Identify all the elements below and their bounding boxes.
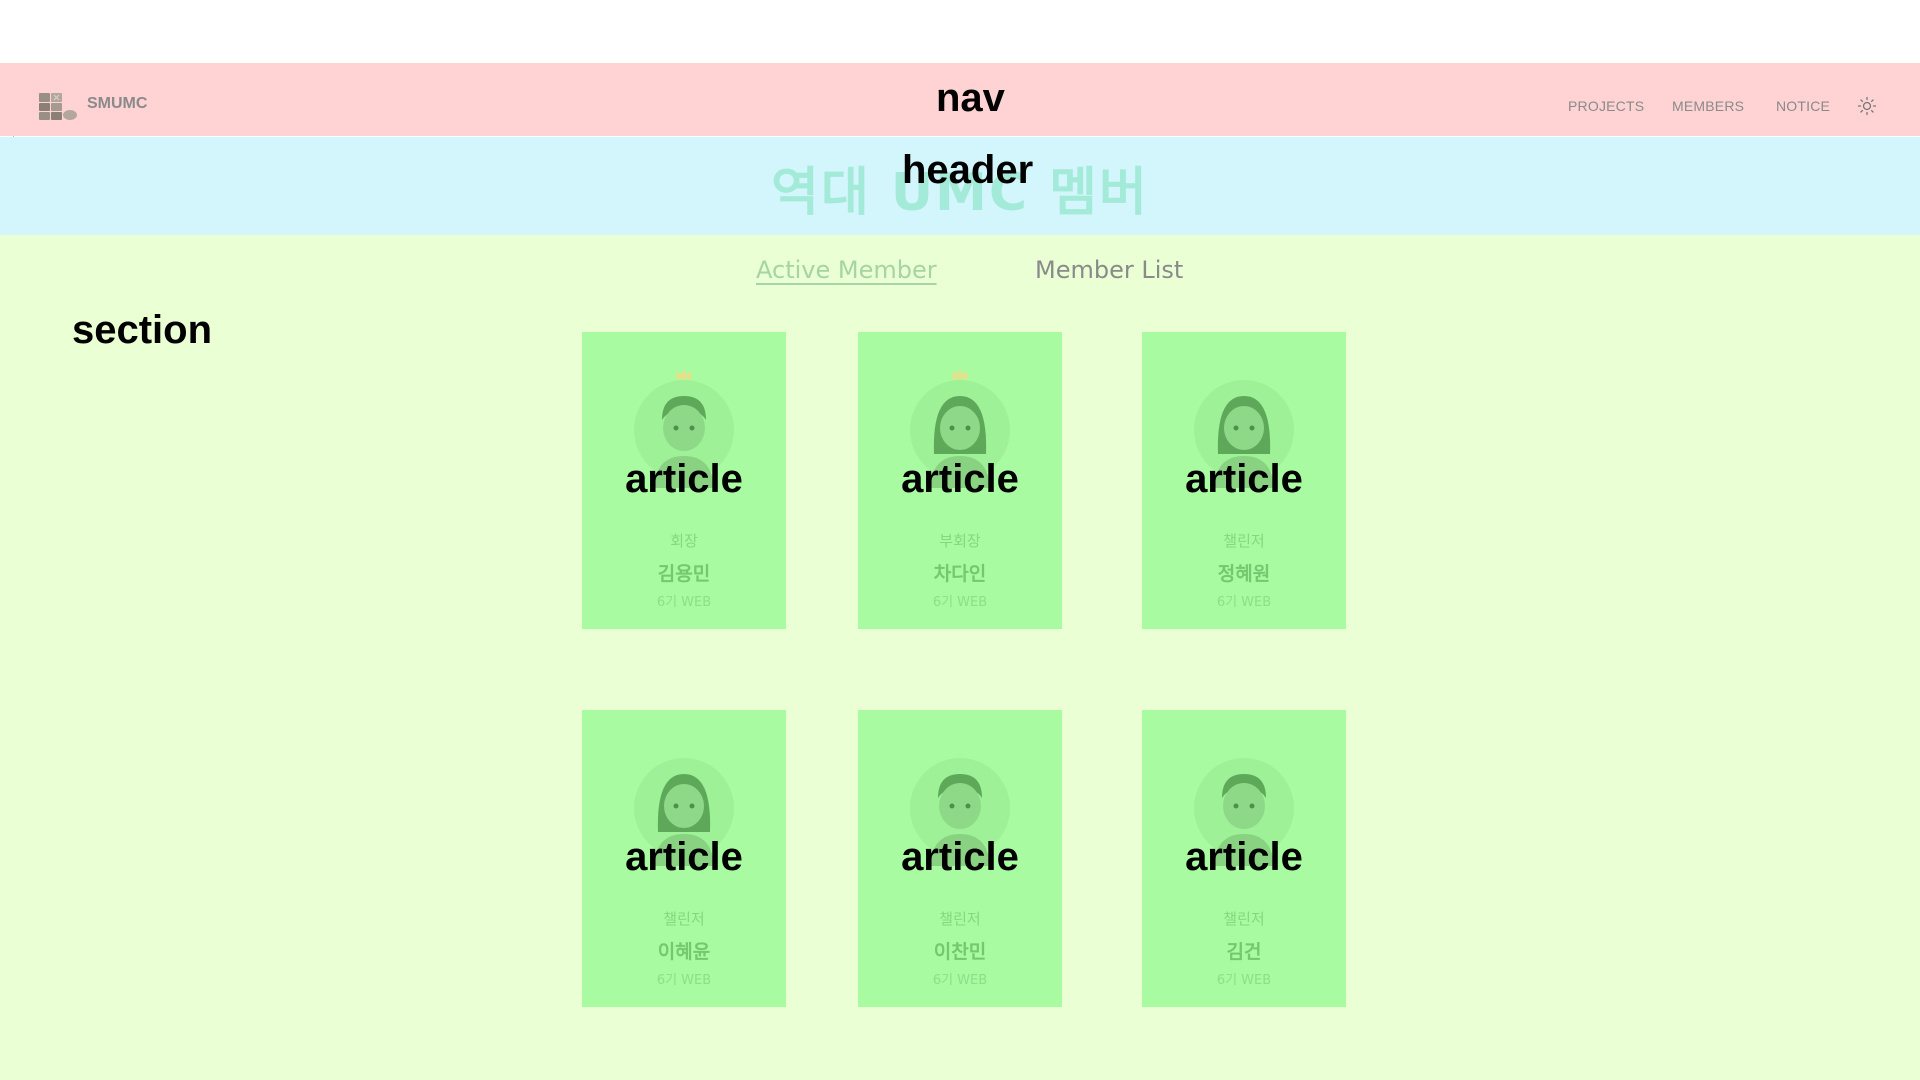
sun-icon[interactable] <box>1857 96 1877 116</box>
member-role: 부회장 <box>939 532 981 550</box>
nav-link-projects[interactable]: PROJECTS <box>1568 98 1644 114</box>
member-name: 이찬민 <box>933 941 987 963</box>
member-card[interactable]: article 챌린저 이혜윤 6기 WEB <box>582 710 786 1007</box>
article-overlay-label: article <box>901 835 1019 879</box>
nav-link-members[interactable]: MEMBERS <box>1672 98 1744 114</box>
tab-active-member[interactable]: Active Member <box>756 256 937 284</box>
article-overlay-label: article <box>625 457 743 501</box>
member-name: 김건 <box>1226 941 1262 963</box>
nav-link-notice[interactable]: NOTICE <box>1776 98 1830 114</box>
article-overlay-label: article <box>901 457 1019 501</box>
nav-overlay-label: nav <box>936 76 1005 120</box>
header-overlay-label: header <box>902 148 1034 192</box>
member-name: 정혜원 <box>1217 563 1271 585</box>
member-name: 이혜윤 <box>657 941 711 963</box>
member-card[interactable]: article 챌린저 김건 6기 WEB <box>1142 710 1346 1007</box>
member-generation: 6기 WEB <box>1216 595 1272 610</box>
member-generation: 6기 WEB <box>932 595 988 610</box>
member-role: 챌린저 <box>1223 910 1265 928</box>
member-role: 회장 <box>670 532 698 550</box>
member-card[interactable]: article 부회장 차다인 6기 WEB <box>858 332 1062 629</box>
member-role: 챌린저 <box>1223 532 1265 550</box>
member-card[interactable]: article 회장 김용민 6기 WEB <box>582 332 786 629</box>
member-generation: 6기 WEB <box>1216 973 1272 988</box>
tab-member-list[interactable]: Member List <box>1035 256 1183 284</box>
section-overlay-label: section <box>72 308 213 352</box>
article-overlay-label: article <box>625 835 743 879</box>
member-card[interactable]: article 챌린저 이찬민 6기 WEB <box>858 710 1062 1007</box>
member-generation: 6기 WEB <box>656 973 712 988</box>
smumc-logo-icon[interactable] <box>38 91 78 121</box>
member-card[interactable]: article 챌린저 정혜원 6기 WEB <box>1142 332 1346 629</box>
member-role: 챌린저 <box>939 910 981 928</box>
member-generation: 6기 WEB <box>932 973 988 988</box>
member-generation: 6기 WEB <box>656 595 712 610</box>
brand-name[interactable]: SMUMC <box>87 95 147 113</box>
member-role: 챌린저 <box>663 910 705 928</box>
member-name: 차다인 <box>933 563 987 585</box>
article-overlay-label: article <box>1185 457 1303 501</box>
member-name: 김용민 <box>657 563 711 585</box>
article-overlay-label: article <box>1185 835 1303 879</box>
